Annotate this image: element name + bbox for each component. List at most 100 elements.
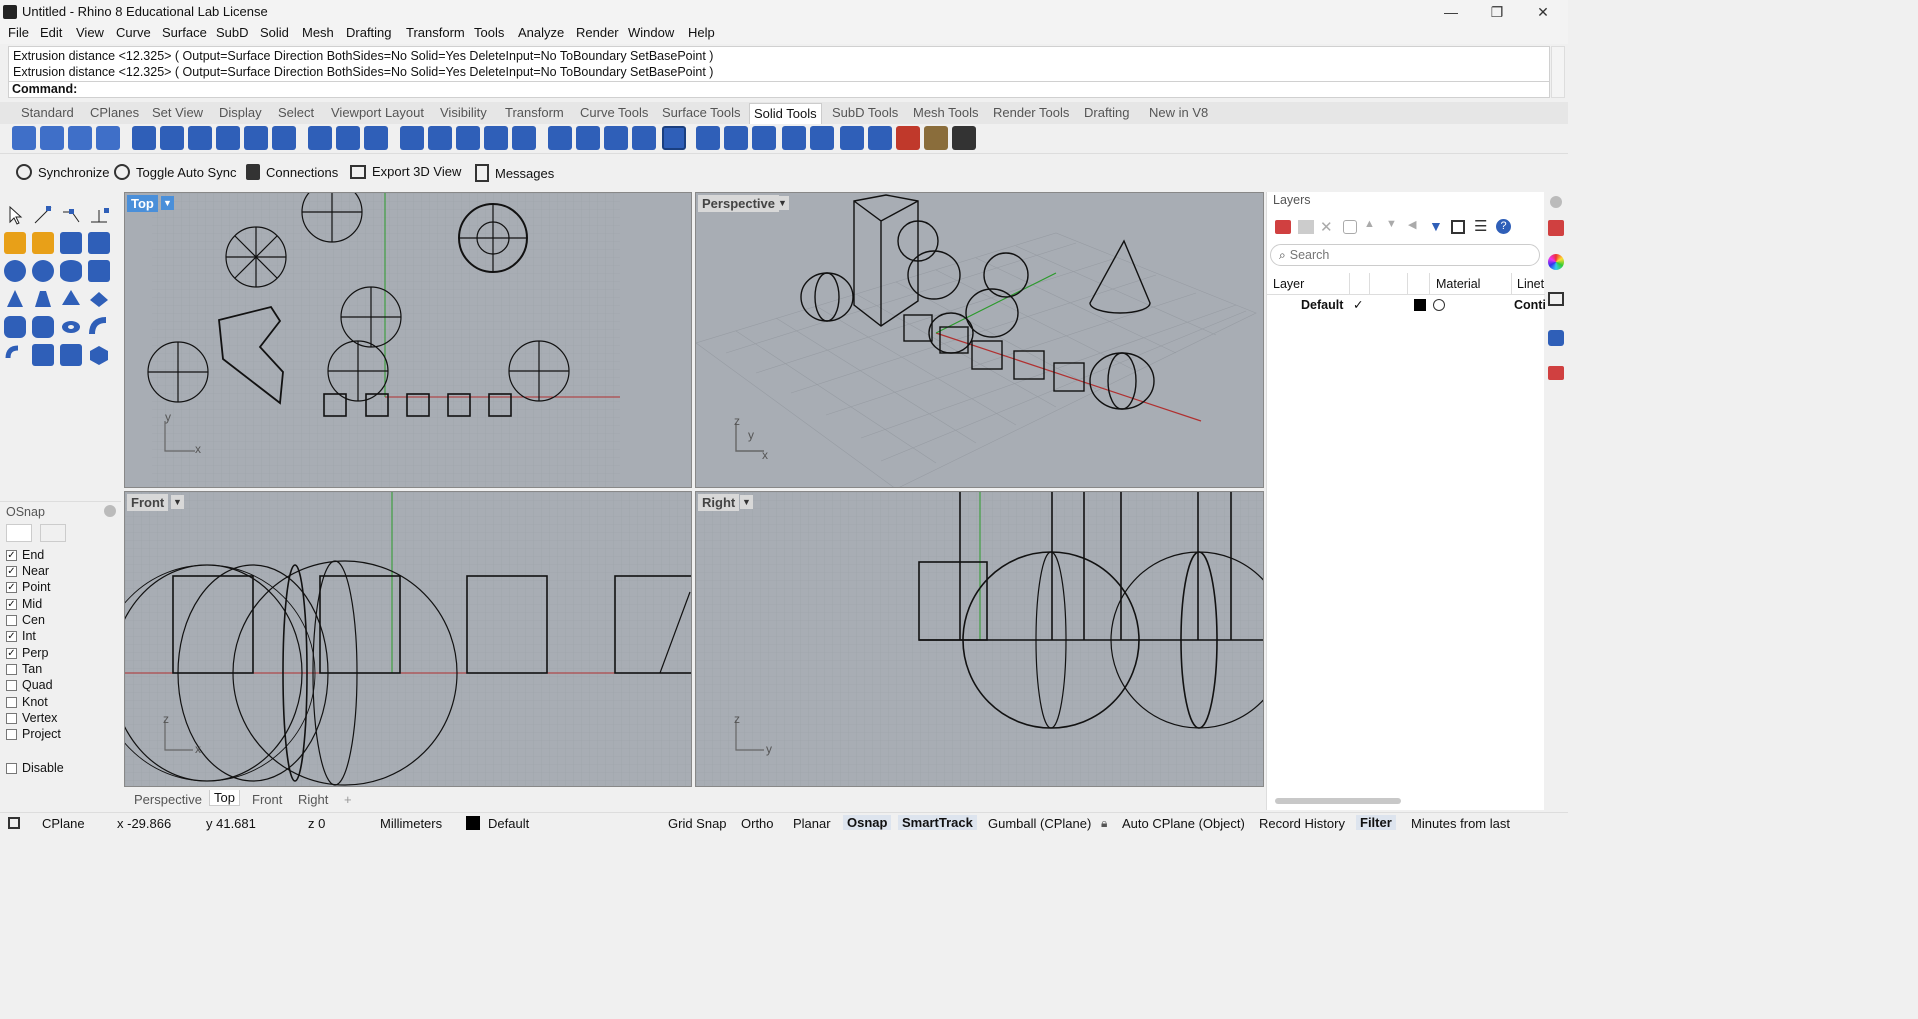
fillet-edge-icon[interactable] — [188, 126, 212, 150]
layer-material-icon[interactable] — [1433, 299, 1445, 311]
tab-cplanes[interactable]: CPlanes — [90, 105, 139, 120]
connections-button[interactable]: Connections — [246, 164, 338, 180]
extract-edges-icon[interactable] — [512, 126, 536, 150]
delete-hole-icon[interactable] — [752, 126, 776, 150]
array-hole-icon[interactable] — [662, 126, 686, 150]
checkbox-icon[interactable]: ✓ — [6, 581, 17, 593]
toggle-grid-snap[interactable]: Grid Snap — [668, 816, 727, 831]
tab-visibility[interactable]: Visibility — [440, 105, 487, 120]
restore-button[interactable]: ❐ — [1474, 0, 1520, 24]
extract-surface-icon[interactable] — [160, 126, 184, 150]
checkbox-icon[interactable]: ✓ — [6, 549, 17, 561]
viewport-label-front[interactable]: Front — [127, 494, 169, 511]
tab-set-view[interactable]: Set View — [152, 105, 203, 120]
menu-curve[interactable]: Curve — [116, 25, 151, 40]
display-panel-icon[interactable] — [1548, 292, 1564, 306]
layer-color-swatch[interactable] — [466, 816, 480, 830]
wire-cut-icon[interactable] — [548, 126, 572, 150]
vp-tab-top[interactable]: Top — [209, 790, 240, 806]
layer-search-field[interactable]: ⌕ — [1270, 244, 1540, 266]
checkbox-icon[interactable]: ✓ — [6, 565, 17, 577]
viewport-label-top[interactable]: Top — [127, 195, 158, 212]
tab-drafting[interactable]: Drafting — [1084, 105, 1130, 120]
polyhedron-icon[interactable] — [88, 344, 110, 366]
help-icon[interactable]: ? — [1496, 219, 1511, 234]
menu-analyze[interactable]: Analyze — [518, 25, 564, 40]
cap-holes-icon[interactable] — [132, 126, 156, 150]
tab-mesh-tools[interactable]: Mesh Tools — [913, 105, 979, 120]
layers-horizontal-scrollbar[interactable] — [1275, 798, 1401, 804]
menu-edit[interactable]: Edit — [40, 25, 62, 40]
menu-solid[interactable]: Solid — [260, 25, 289, 40]
messages-button[interactable]: Messages — [475, 164, 554, 182]
checkbox-icon[interactable] — [6, 762, 17, 774]
layer-search-input[interactable] — [1289, 248, 1520, 262]
grid-icon[interactable] — [1451, 220, 1465, 234]
move-face-icon[interactable] — [336, 126, 360, 150]
move-edge-icon[interactable] — [400, 126, 424, 150]
viewport-menu-arrow-icon[interactable]: ▼ — [740, 495, 753, 509]
rotate-hole-icon[interactable] — [632, 126, 656, 150]
settings-gear-icon[interactable] — [104, 505, 116, 517]
toggle-gumball[interactable]: Gumball (CPlane) — [988, 816, 1091, 831]
filter-icon[interactable]: ▼ — [1429, 218, 1443, 234]
round-hole-icon[interactable] — [810, 126, 834, 150]
solid-error-icon[interactable] — [896, 126, 920, 150]
grid-array-2-icon[interactable] — [868, 126, 892, 150]
vp-tab-front[interactable]: Front — [252, 792, 282, 807]
tab-new-in-v8[interactable]: New in V8 — [1149, 105, 1208, 120]
column-linetype[interactable]: Linet — [1517, 277, 1544, 291]
vp-tab-perspective[interactable]: Perspective — [134, 792, 202, 807]
osnap-quad[interactable]: Quad — [6, 678, 53, 692]
osnap-tan[interactable]: Tan — [6, 662, 42, 676]
layer-settings-icon[interactable] — [1343, 220, 1357, 234]
box-icon[interactable] — [244, 126, 268, 150]
tab-render-tools[interactable]: Render Tools — [993, 105, 1069, 120]
boolean-difference-icon[interactable] — [40, 126, 64, 150]
tab-display[interactable]: Display — [219, 105, 262, 120]
move-up-icon[interactable]: ▲ — [1364, 218, 1375, 230]
move-hole-icon[interactable] — [696, 126, 720, 150]
checkbox-icon[interactable] — [6, 728, 17, 740]
column-material[interactable]: Material — [1436, 277, 1480, 291]
toggle-ortho[interactable]: Ortho — [741, 816, 774, 831]
osnap-mid[interactable]: ✓ Mid — [6, 597, 42, 611]
boolean-union-icon[interactable] — [12, 126, 36, 150]
osnap-near[interactable]: ✓ Near — [6, 564, 49, 578]
subd-sphere-icon[interactable] — [32, 260, 54, 282]
menu-window[interactable]: Window — [628, 25, 674, 40]
slab-icon[interactable] — [60, 344, 82, 366]
viewport-label-right[interactable]: Right — [698, 494, 740, 511]
viewport-menu-arrow-icon[interactable]: ▼ — [161, 196, 174, 210]
tab-standard[interactable]: Standard — [21, 105, 74, 120]
toggle-filter[interactable]: Filter — [1356, 815, 1396, 830]
add-viewport-icon[interactable]: + — [344, 792, 352, 807]
viewport-front[interactable]: z x Front ▼ — [124, 491, 692, 787]
tube-icon[interactable] — [32, 316, 54, 338]
status-layer[interactable]: Default — [488, 816, 529, 831]
osnap-project[interactable]: Project — [6, 727, 61, 741]
toggle-smarttrack[interactable]: SmartTrack — [898, 815, 977, 830]
grid-array-icon[interactable] — [840, 126, 864, 150]
tab-surface-tools[interactable]: Surface Tools — [662, 105, 741, 120]
cup-icon[interactable] — [924, 126, 948, 150]
boolean-intersection-icon[interactable] — [68, 126, 92, 150]
toggle-planar[interactable]: Planar — [793, 816, 831, 831]
minimize-button[interactable]: — — [1428, 0, 1474, 24]
offset-face-icon[interactable] — [364, 126, 388, 150]
point-icon[interactable] — [32, 204, 54, 226]
pipe-icon[interactable] — [88, 316, 110, 338]
menu-transform[interactable]: Transform — [406, 25, 465, 40]
osnap-vertex[interactable]: Vertex — [6, 711, 57, 725]
osnap-cen[interactable]: Cen — [6, 613, 45, 627]
synchronize-button[interactable]: Synchronize — [16, 164, 110, 180]
lock-icon[interactable]: 🔒︎ — [1101, 816, 1107, 831]
osnap-int[interactable]: ✓ Int — [6, 629, 36, 643]
paraboloid-icon[interactable] — [88, 260, 110, 282]
fold-face-icon[interactable] — [456, 126, 480, 150]
export-3d-view-button[interactable]: Export 3D View — [350, 164, 461, 179]
tab-curve-tools[interactable]: Curve Tools — [580, 105, 648, 120]
layer-color-swatch[interactable] — [1414, 299, 1426, 311]
extrude-face-icon[interactable] — [308, 126, 332, 150]
menu-help[interactable]: Help — [688, 25, 715, 40]
